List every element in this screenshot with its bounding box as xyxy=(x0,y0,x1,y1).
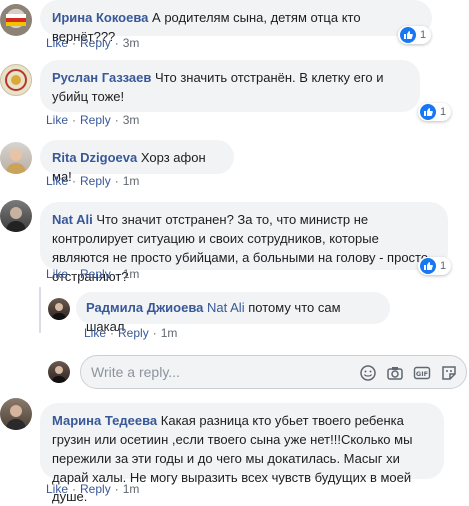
comment-bubble: Руслан Газзаев Что значить отстранён. В … xyxy=(40,60,420,112)
comment-author[interactable]: Ирина Кокоева xyxy=(52,10,148,25)
comment-bubble: Марина Тедеева Какая разница кто убьет т… xyxy=(40,403,444,504)
avatar[interactable] xyxy=(48,298,70,320)
separator-dot: · xyxy=(114,482,119,496)
separator-dot: · xyxy=(72,36,77,50)
timestamp[interactable]: 3m xyxy=(123,113,140,127)
sticker-icon[interactable] xyxy=(440,364,458,382)
svg-text:GIF: GIF xyxy=(416,370,428,378)
camera-icon[interactable] xyxy=(386,364,404,382)
reply-button[interactable]: Reply xyxy=(80,113,111,127)
reply-mention[interactable]: Nat Ali xyxy=(207,300,245,315)
thumbs-up-icon xyxy=(420,258,436,274)
emoji-icon[interactable] xyxy=(359,364,377,382)
reply-thread-line xyxy=(39,287,41,333)
comment-actions: Like · Reply · 1m xyxy=(46,482,139,496)
avatar[interactable] xyxy=(0,4,32,36)
separator-dot: · xyxy=(114,36,119,50)
like-button[interactable]: Like xyxy=(46,36,68,50)
comment-actions: Like · Reply · 3m xyxy=(46,113,139,127)
timestamp[interactable]: 1m xyxy=(123,174,140,188)
separator-dot: · xyxy=(72,113,77,127)
reply-bubble: Радмила Джиоева Nat Ali потому что сам ш… xyxy=(76,292,390,334)
like-count: 1 xyxy=(440,106,447,118)
separator-dot: · xyxy=(72,482,77,496)
person-avatar-icon xyxy=(6,405,26,430)
comment-actions: Like · Reply · 1m xyxy=(46,267,139,281)
separator-dot: · xyxy=(72,267,77,281)
separator-dot: · xyxy=(110,326,115,340)
like-button[interactable]: Like xyxy=(84,326,106,340)
like-button[interactable]: Like xyxy=(46,113,68,127)
avatar[interactable] xyxy=(0,142,32,174)
comment-author[interactable]: Rita Dzigoeva xyxy=(52,150,137,165)
like-count: 1 xyxy=(440,260,447,272)
reply-input[interactable]: Write a reply... GIF xyxy=(80,355,467,389)
person-avatar-icon xyxy=(6,149,26,174)
timestamp[interactable]: 3m xyxy=(123,36,140,50)
separator-dot: · xyxy=(114,113,119,127)
separator-dot: · xyxy=(152,326,157,340)
avatar[interactable] xyxy=(0,64,32,96)
reply-actions: Like · Reply · 1m xyxy=(84,326,177,340)
current-user-avatar xyxy=(48,361,70,383)
avatar[interactable] xyxy=(0,398,32,430)
person-avatar-icon xyxy=(6,207,26,232)
reply-author[interactable]: Радмила Джиоева xyxy=(86,300,203,315)
comment-author[interactable]: Руслан Газзаев xyxy=(52,70,151,85)
emblem-avatar-icon xyxy=(5,69,27,91)
gif-icon[interactable]: GIF xyxy=(413,364,431,382)
like-count: 1 xyxy=(420,29,427,41)
comment-author[interactable]: Марина Тедеева xyxy=(52,413,157,428)
reply-button[interactable]: Reply xyxy=(80,174,111,188)
like-reaction-count[interactable]: 1 xyxy=(398,26,432,44)
thumbs-up-icon xyxy=(400,27,416,43)
comment-bubble: Ирина Кокоева А родителям сына, детям от… xyxy=(40,0,432,44)
reply-button[interactable]: Reply xyxy=(118,326,149,340)
timestamp[interactable]: 1m xyxy=(123,267,140,281)
like-button[interactable]: Like xyxy=(46,482,68,496)
comment-actions: Like · Reply · 3m xyxy=(46,36,139,50)
thumbs-up-icon xyxy=(420,104,436,120)
comment-bubble: Rita Dzigoeva Хорз афон ма! xyxy=(40,140,234,184)
comment-bubble: Nat Ali Что значит отстранен? За то, что… xyxy=(40,202,448,284)
comment-author[interactable]: Nat Ali xyxy=(52,212,93,227)
like-reaction-count[interactable]: 1 xyxy=(418,257,452,275)
like-button[interactable]: Like xyxy=(46,267,68,281)
flag-avatar-icon xyxy=(6,14,26,26)
comment-actions: Like · Reply · 1m xyxy=(46,174,139,188)
reply-button[interactable]: Reply xyxy=(80,267,111,281)
reply-button[interactable]: Reply xyxy=(80,482,111,496)
avatar[interactable] xyxy=(0,200,32,232)
reply-placeholder: Write a reply... xyxy=(91,364,180,380)
person-avatar-icon xyxy=(52,366,66,383)
timestamp[interactable]: 1m xyxy=(161,326,178,340)
separator-dot: · xyxy=(114,174,119,188)
like-button[interactable]: Like xyxy=(46,174,68,188)
separator-dot: · xyxy=(72,174,77,188)
timestamp[interactable]: 1m xyxy=(123,482,140,496)
person-avatar-icon xyxy=(52,303,66,320)
separator-dot: · xyxy=(114,267,119,281)
like-reaction-count[interactable]: 1 xyxy=(418,103,452,121)
reply-button[interactable]: Reply xyxy=(80,36,111,50)
